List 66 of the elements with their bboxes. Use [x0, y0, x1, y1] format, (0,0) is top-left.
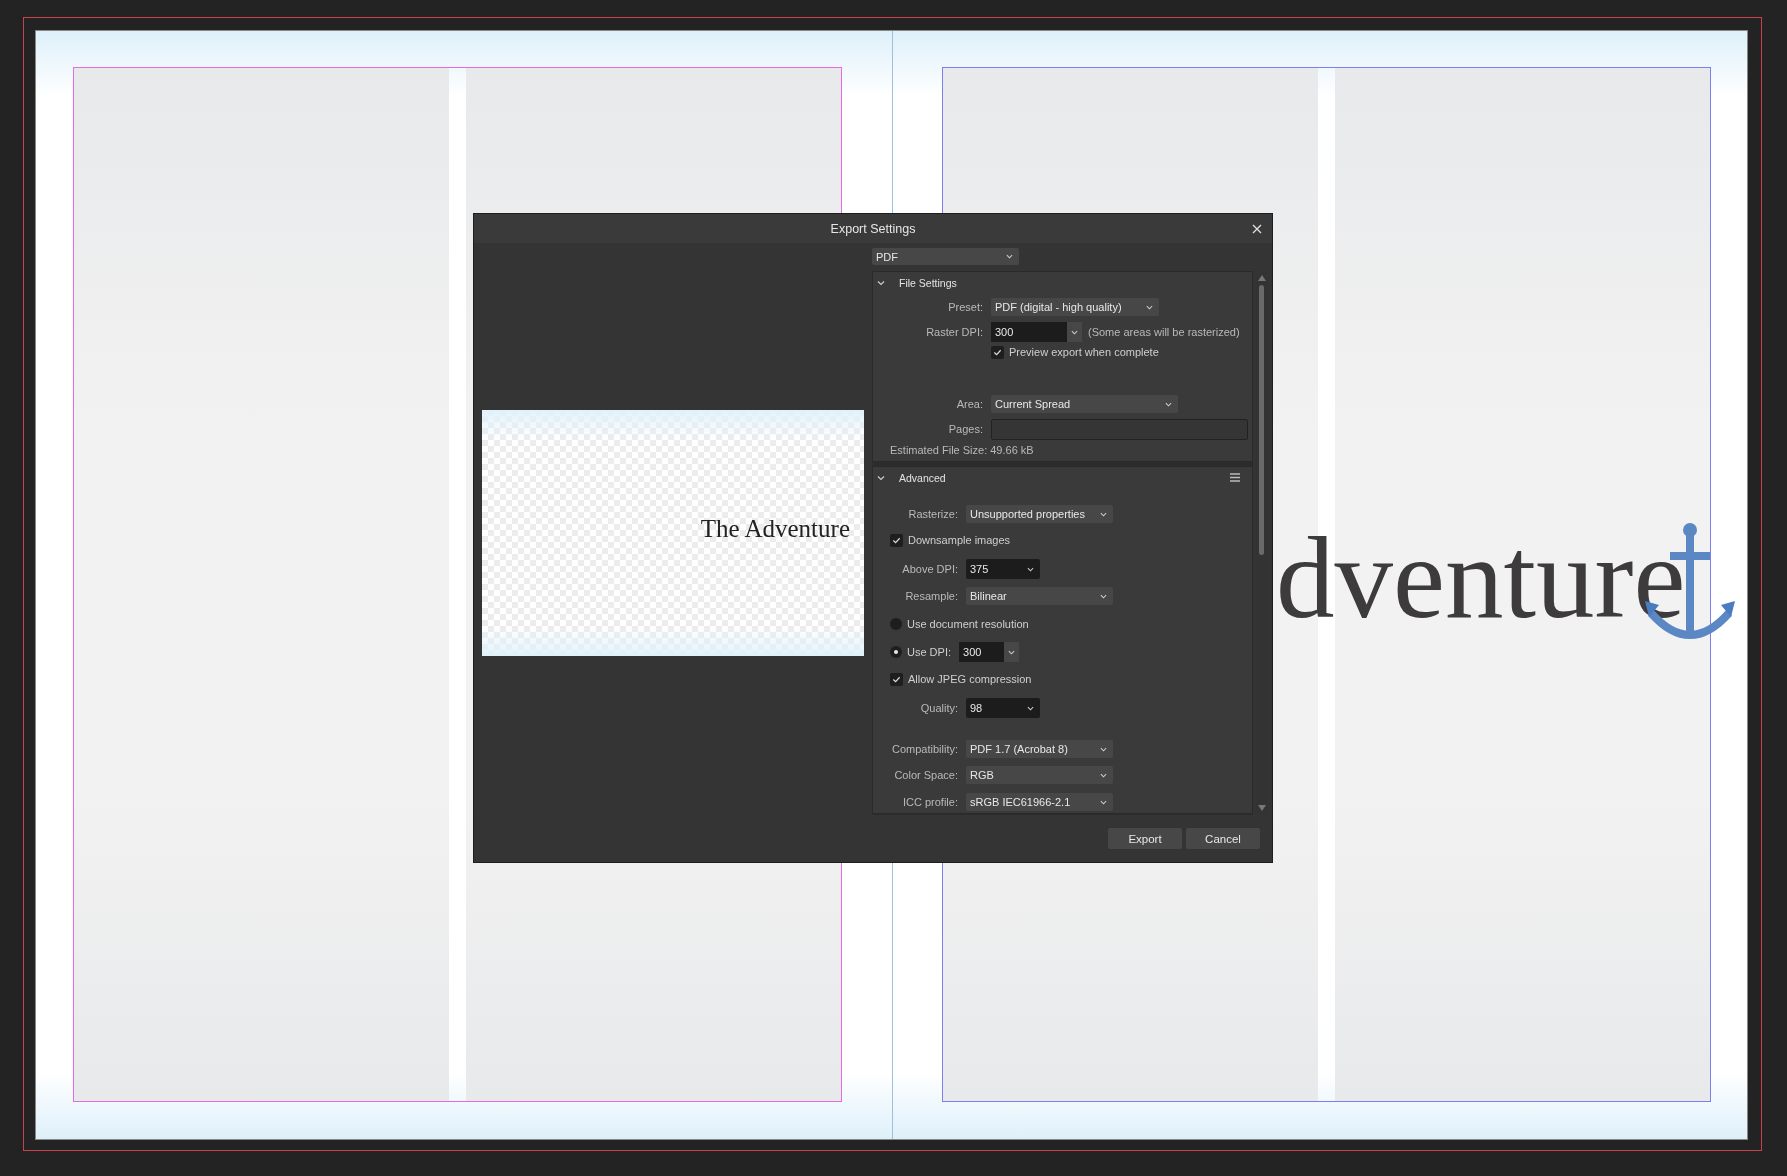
format-dropdown[interactable]: PDF — [872, 248, 1019, 265]
field-label: Preset: — [947, 301, 983, 313]
dialog-title: Export Settings — [830, 221, 916, 236]
caret-icon — [1008, 649, 1015, 655]
caret-icon — [1100, 799, 1107, 805]
checkbox-label: Allow JPEG compression — [908, 673, 1032, 685]
chevron-icon[interactable] — [877, 278, 885, 287]
field-label: Quality: — [919, 702, 958, 714]
dropdown[interactable]: PDF 1.7 (Acrobat 8) — [966, 740, 1113, 758]
caret-icon — [1027, 705, 1034, 711]
section-title: Advanced — [899, 471, 947, 484]
checkbox[interactable] — [890, 533, 903, 547]
chevron-icon[interactable] — [877, 473, 885, 482]
preview-text: The Adventure — [700, 515, 850, 542]
radio-button[interactable] — [890, 618, 902, 630]
checkbox[interactable] — [890, 672, 903, 686]
checkmark-icon — [892, 674, 901, 684]
close-icon[interactable] — [1252, 224, 1262, 234]
dropdown[interactable]: RGB — [966, 766, 1113, 784]
section-title: File Settings — [899, 276, 958, 289]
dropdown[interactable]: PDF (digital - high quality) — [991, 298, 1159, 316]
caret-icon — [1006, 254, 1013, 259]
caret-icon — [1027, 566, 1034, 572]
field-label: Raster DPI: — [925, 326, 983, 338]
field-label: Compatibility: — [890, 743, 958, 755]
scroll-up-icon[interactable] — [1257, 275, 1266, 281]
checkbox-label: Downsample images — [908, 534, 1011, 546]
field-label: Resample: — [904, 590, 958, 602]
caret-icon — [1100, 593, 1107, 599]
caret-icon — [1165, 401, 1172, 407]
field-label: ICC profile: — [901, 796, 958, 808]
checkmark-icon — [892, 535, 901, 545]
file-size-text: Estimated File Size: 49.66 kB — [890, 444, 1034, 456]
heading-text: dventure — [1276, 519, 1686, 636]
caret-icon — [1100, 746, 1107, 752]
field-label: Color Space: — [893, 769, 958, 781]
caret-icon — [1146, 304, 1153, 310]
field-label: Rasterize: — [907, 508, 958, 520]
checkbox-label: Preview export when complete — [1009, 346, 1159, 358]
dialog-button[interactable]: Export — [1108, 828, 1182, 849]
dialog-button[interactable]: Cancel — [1186, 828, 1260, 849]
menu-icon[interactable] — [1230, 473, 1240, 482]
dropdown[interactable]: Current Spread — [991, 395, 1178, 413]
pages-field[interactable] — [991, 418, 1248, 440]
dropdown[interactable]: 98 — [966, 698, 1040, 718]
checkmark-icon — [993, 347, 1002, 357]
dropdown-arrow-button[interactable] — [1067, 322, 1082, 342]
dropdown[interactable]: Bilinear — [966, 587, 1113, 605]
caret-icon — [1100, 772, 1107, 778]
radio-button[interactable] — [890, 646, 902, 658]
dropdown-arrow-button[interactable] — [1004, 642, 1019, 662]
field-label: Above DPI: — [901, 563, 958, 575]
radio-label: Use DPI: — [907, 646, 951, 658]
checkbox[interactable] — [991, 345, 1004, 359]
dropdown[interactable]: 375 — [966, 559, 1040, 579]
scroll-down-icon[interactable] — [1257, 805, 1266, 811]
caret-icon — [1071, 329, 1078, 335]
caret-icon — [1100, 511, 1107, 517]
dropdown[interactable]: sRGB IEC61966-2.1 — [966, 793, 1113, 811]
dpi-input[interactable]: 300 — [959, 642, 1007, 662]
field-label: Pages: — [947, 423, 983, 435]
dpi-input[interactable]: 300 — [991, 322, 1067, 342]
hint-text: (Some areas will be rasterized) — [1088, 326, 1240, 338]
radio-label: Use document resolution — [907, 618, 1029, 630]
dropdown[interactable]: Unsupported properties — [966, 505, 1113, 523]
field-label: Area: — [955, 398, 983, 410]
